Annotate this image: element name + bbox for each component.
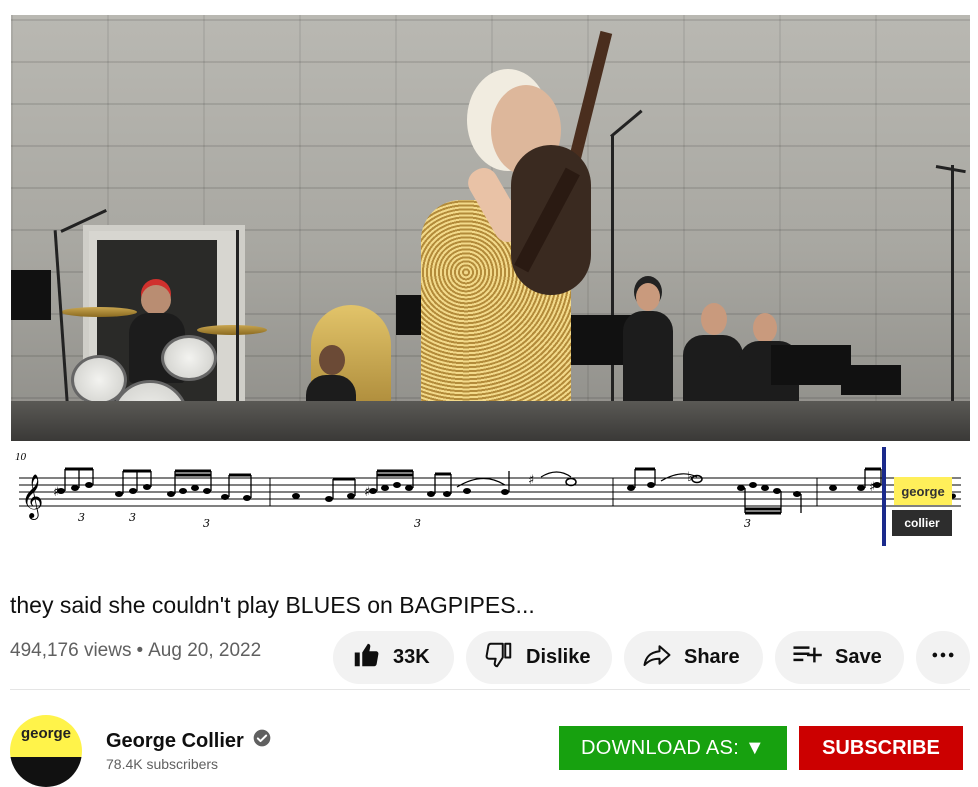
- thumbs-down-icon: [484, 640, 514, 676]
- horn-player-head: [319, 345, 345, 375]
- meta-separator: •: [136, 640, 144, 661]
- snare-drum: [161, 335, 217, 381]
- thumbs-up-icon: [351, 640, 381, 676]
- like-button[interactable]: 33K: [333, 631, 454, 684]
- music-stand-band-3: [841, 365, 901, 395]
- watermark-collier: collier: [892, 510, 952, 536]
- save-button[interactable]: Save: [775, 631, 904, 684]
- channel-name-row[interactable]: George Collier: [106, 728, 272, 754]
- music-score: 10 𝄞 3 3 3 3 3 ♯ ♯ ♯ ♭ ♯ george collier: [11, 441, 970, 554]
- video-player[interactable]: 10 𝄞 3 3 3 3 3 ♯ ♯ ♯ ♭ ♯ george collier: [11, 15, 970, 554]
- stage-floor: [11, 401, 970, 441]
- drummer-head: [141, 285, 171, 315]
- avatar-logo-text: george: [20, 725, 71, 742]
- cymbal-left: [61, 307, 137, 317]
- mic-stand-right: [951, 165, 954, 441]
- music-stand-band-2: [771, 345, 851, 385]
- watermark-george: george: [894, 477, 952, 505]
- svg-text:3: 3: [129, 511, 136, 524]
- playhead-cursor: [882, 447, 886, 546]
- section-divider: [10, 689, 970, 690]
- subscribe-button[interactable]: SUBSCRIBE: [799, 726, 963, 770]
- channel-name[interactable]: George Collier: [106, 730, 244, 753]
- svg-text:𝄞: 𝄞: [21, 474, 43, 520]
- video-meta: 494,176 views • Aug 20, 2022: [10, 640, 261, 662]
- like-count: 33K: [393, 646, 430, 668]
- svg-text:3: 3: [78, 511, 85, 524]
- svg-text:♯: ♯: [869, 480, 875, 495]
- view-count: 494,176 views: [10, 640, 132, 661]
- upload-date: Aug 20, 2022: [148, 640, 262, 661]
- svg-text:♯: ♯: [364, 485, 370, 500]
- svg-text:♭: ♭: [687, 470, 693, 485]
- video-frame[interactable]: [11, 15, 970, 441]
- share-arrow-icon: [642, 640, 672, 676]
- verified-check-icon: [244, 728, 272, 754]
- svg-text:3: 3: [203, 517, 210, 530]
- band-member-head-1: [636, 283, 660, 311]
- share-label: Share: [684, 646, 740, 668]
- more-actions-button[interactable]: [916, 631, 970, 684]
- channel-avatar[interactable]: george: [10, 715, 82, 787]
- share-button[interactable]: Share: [624, 631, 763, 684]
- saxophonist-head: [701, 303, 727, 335]
- band-member-head-3: [753, 313, 777, 343]
- svg-text:3: 3: [414, 517, 421, 530]
- more-horizontal-icon: [929, 641, 957, 675]
- cymbal-right: [197, 325, 267, 335]
- save-label: Save: [835, 646, 882, 668]
- dislike-button[interactable]: Dislike: [466, 631, 612, 684]
- playlist-add-icon: [791, 640, 823, 676]
- mic-stand-center: [611, 135, 614, 441]
- music-stand-left: [11, 270, 51, 320]
- svg-text:3: 3: [744, 517, 751, 530]
- mic-boom-center: [610, 109, 643, 138]
- svg-text:♯: ♯: [53, 485, 59, 500]
- download-as-button[interactable]: DOWNLOAD AS: ▼: [559, 726, 787, 770]
- subscriber-count: 78.4K subscribers: [106, 756, 219, 772]
- score-staff: 𝄞 3 3 3 3 3 ♯ ♯♯ ♭♯: [19, 467, 961, 530]
- dislike-label: Dislike: [526, 646, 591, 668]
- svg-text:♯: ♯: [528, 473, 534, 488]
- video-title: they said she couldn't play BLUES on BAG…: [10, 592, 535, 618]
